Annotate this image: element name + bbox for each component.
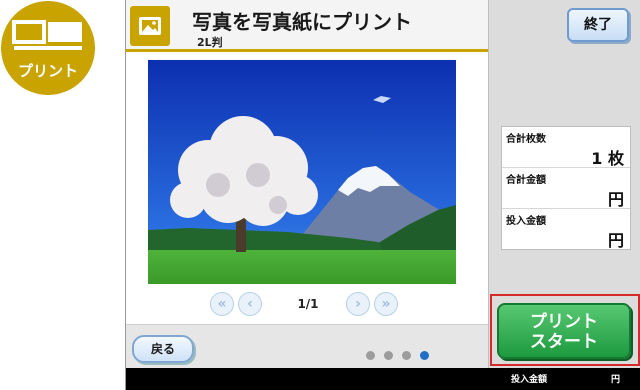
kiosk-screen: 写真を写真紙にプリント 2L判 « ‹ 1/1 › » 戻る 終了 合計枚数 1… — [125, 0, 640, 390]
start-label-line1: プリント — [530, 312, 598, 332]
page-title: 写真を写真紙にプリント — [192, 10, 412, 34]
photo-icon — [130, 6, 170, 46]
total-amount-row: 合計金額 円 — [502, 168, 630, 209]
photo-preview — [148, 60, 456, 284]
chevron-left-icon[interactable]: ‹ — [238, 292, 262, 316]
total-amount-label: 合計金額 — [506, 175, 546, 186]
status-deposit-unit: 円 — [611, 375, 621, 385]
deposit-label: 投入金額 — [506, 216, 546, 227]
print-badge-icon: プリント — [1, 1, 95, 95]
total-amount-value: 円 — [607, 190, 624, 209]
status-bar: 投入金額 円 — [126, 368, 640, 390]
start-button-highlight: プリント スタート — [490, 294, 640, 366]
summary-box: 合計枚数 1 枚 合計金額 円 投入金額 円 — [501, 126, 631, 250]
print-start-button[interactable]: プリント スタート — [497, 303, 631, 359]
status-deposit-label: 投入金額 — [511, 375, 548, 385]
main-panel: 写真を写真紙にプリント 2L判 « ‹ 1/1 › » 戻る — [126, 0, 488, 368]
bottom-bar: 戻る — [126, 324, 488, 368]
double-chevron-left-icon[interactable]: « — [210, 292, 234, 316]
svg-text:プリント: プリント — [18, 62, 78, 80]
pager: « ‹ 1/1 › » — [210, 292, 400, 318]
total-count-label: 合計枚数 — [506, 134, 546, 145]
end-button[interactable]: 終了 — [567, 8, 629, 42]
deposit-row: 投入金額 円 — [502, 209, 630, 250]
start-label-line2: スタート — [530, 332, 598, 352]
page-indicator: 1/1 — [297, 297, 319, 311]
header: 写真を写真紙にプリント 2L判 — [126, 0, 488, 52]
deposit-value: 円 — [607, 231, 624, 250]
side-panel: 終了 合計枚数 1 枚 合計金額 円 投入金額 円 プリント スタート — [488, 0, 640, 368]
paper-size-label: 2L判 — [197, 36, 223, 49]
back-button[interactable]: 戻る — [132, 335, 194, 363]
page-dots — [366, 345, 438, 364]
double-chevron-right-icon[interactable]: » — [374, 292, 398, 316]
page-dot — [402, 351, 411, 360]
total-count-value: 1 枚 — [591, 149, 624, 168]
page-dot-active — [420, 351, 429, 360]
page-dot — [366, 351, 375, 360]
total-count-row: 合計枚数 1 枚 — [502, 127, 630, 168]
page-dot — [384, 351, 393, 360]
chevron-right-icon[interactable]: › — [346, 292, 370, 316]
